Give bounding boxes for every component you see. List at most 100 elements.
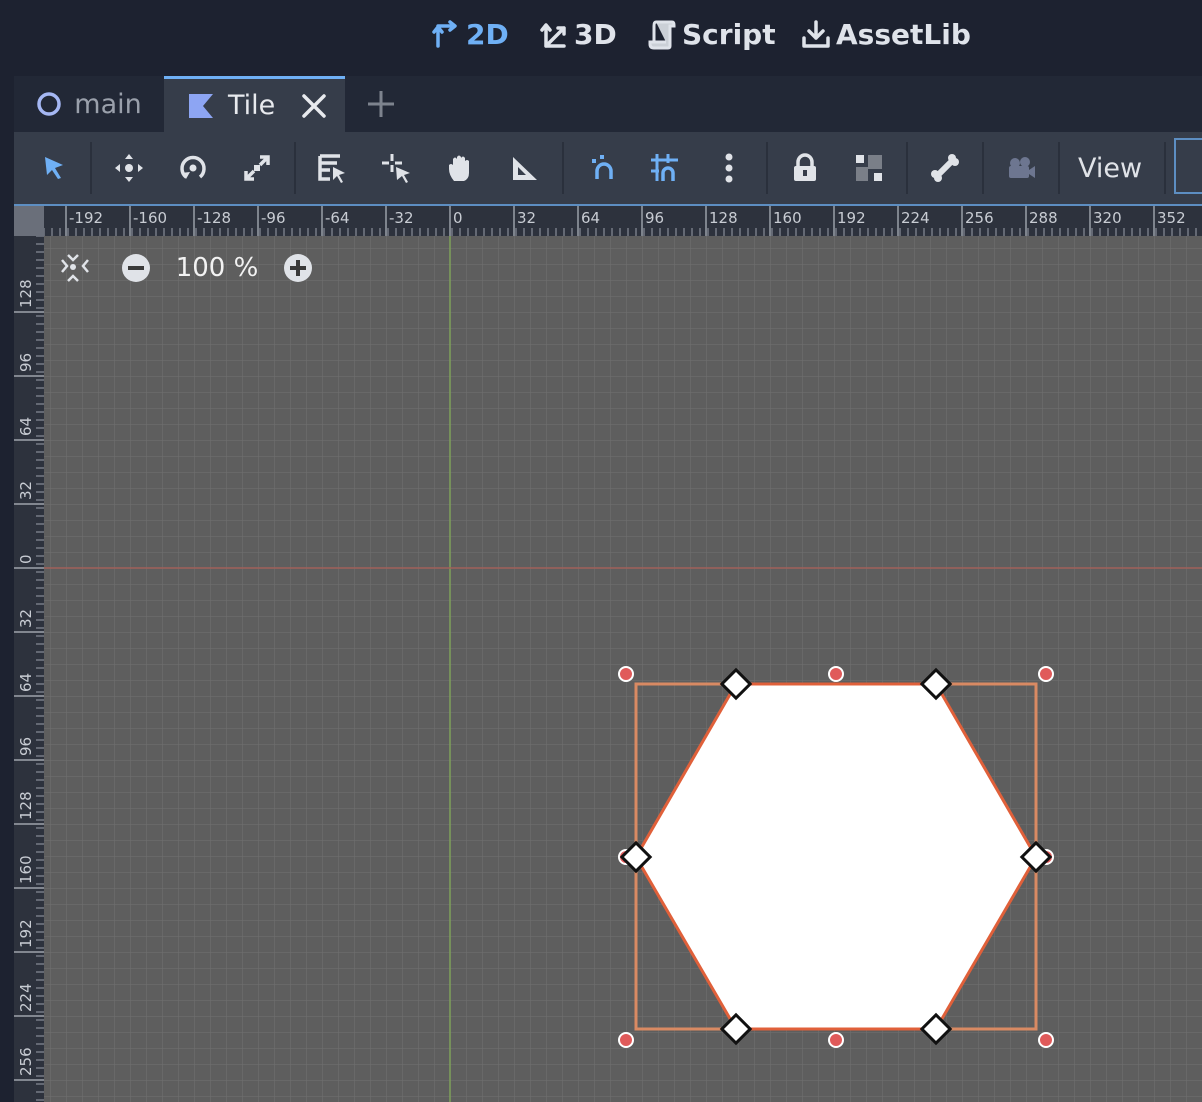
assetlib-download-icon	[802, 20, 830, 48]
ruler-label: -32	[389, 209, 414, 227]
pivot-mode-button[interactable]	[377, 148, 417, 188]
ruler-label: 192	[17, 919, 35, 948]
toolbar-separator	[294, 142, 296, 194]
tab-tile[interactable]: Tile	[164, 76, 345, 132]
workspace-assetlib-label: AssetLib	[836, 17, 971, 51]
toolbar-overflow-button[interactable]	[1174, 138, 1202, 194]
scale-icon	[244, 155, 270, 181]
workspace-script-button[interactable]: Script	[646, 12, 776, 56]
ruler-label: 256	[965, 209, 994, 227]
grid-snap-icon	[651, 154, 678, 181]
workspace-assetlib-button[interactable]: AssetLib	[800, 12, 971, 56]
canvas-toolbar: View	[14, 132, 1202, 204]
toolbar-separator	[906, 142, 908, 194]
zoom-controls: 100 %	[58, 248, 314, 288]
ruler-label: 320	[1093, 209, 1122, 227]
scene-tab-bar: main Tile	[14, 76, 1202, 132]
group-icon	[856, 155, 882, 181]
scale-mode-button[interactable]	[237, 148, 277, 188]
ruler-label: 128	[709, 209, 738, 227]
horizontal-ruler-ticks: -192 -160 -128 -96 -64 -32 0 32 64 96 128 160 192 224…	[43, 206, 1197, 236]
node2d-circle-icon	[37, 92, 62, 116]
list-select-icon	[318, 154, 345, 183]
grid-snap-button[interactable]	[645, 148, 685, 188]
ruler-label: -128	[197, 209, 231, 227]
canvas-viewport[interactable]: -192 -160 -128 -96 -64 -32 0 32 64 96 128 160 192 224…	[14, 204, 1202, 1102]
vertical-ruler-ticks: 128 96 64 32 0 32 64 96 128 160 192 224 256	[14, 235, 44, 1101]
ruler-label: -64	[325, 209, 350, 227]
ruler-label: 224	[901, 209, 930, 227]
3d-workspace-icon	[540, 23, 566, 48]
list-select-button[interactable]	[312, 148, 352, 188]
workspace-2d-button[interactable]: 2D	[430, 12, 509, 56]
view-menu-button[interactable]: View	[1078, 148, 1142, 188]
rect-handle-dot	[1038, 1032, 1054, 1048]
lock-icon	[794, 153, 816, 181]
toolbar-separator	[1058, 142, 1060, 194]
rotate-mode-button[interactable]	[173, 148, 213, 188]
horizontal-ruler: -192 -160 -128 -96 -64 -32 0 32 64 96 128 160 192 224…	[43, 206, 1202, 236]
ruler-label: -160	[133, 209, 167, 227]
skeleton-button[interactable]	[925, 148, 965, 188]
workspace-bar: 2D 3D Script AssetLib	[0, 0, 1202, 76]
ruler-mode-button[interactable]	[505, 148, 545, 188]
new-tab-button[interactable]	[364, 76, 398, 132]
view-menu-label: View	[1078, 152, 1143, 184]
camera-icon	[1009, 157, 1035, 178]
pivot-icon	[382, 154, 410, 183]
smart-snap-button[interactable]	[584, 148, 624, 188]
ruler-label: 96	[645, 209, 664, 227]
rect-handle-dot	[618, 666, 634, 682]
select-mode-button[interactable]	[34, 148, 74, 188]
smart-snap-icon	[592, 155, 613, 179]
rect-handle-dot	[828, 666, 844, 682]
tab-tile-label: Tile	[228, 90, 276, 121]
canvas-grid	[14, 206, 1202, 1102]
select-arrow-icon	[45, 157, 63, 179]
ruler-label: 224	[17, 983, 35, 1012]
zoom-level-label[interactable]: 100 %	[152, 253, 282, 283]
tab-main-label: main	[74, 88, 142, 120]
workspace-3d-label: 3D	[574, 17, 617, 51]
move-mode-button[interactable]	[109, 148, 149, 188]
close-icon[interactable]	[301, 93, 327, 119]
ruler-corner	[14, 206, 44, 236]
center-view-icon[interactable]	[58, 251, 92, 285]
pan-mode-button[interactable]	[441, 148, 481, 188]
ruler-label: 64	[581, 209, 600, 227]
ruler-label: 32	[17, 481, 35, 500]
ruler-label: -192	[69, 209, 103, 227]
script-workspace-icon	[648, 20, 676, 50]
workspace-3d-button[interactable]: 3D	[538, 12, 617, 56]
ruler-label: -96	[261, 209, 286, 227]
group-button[interactable]	[849, 148, 889, 188]
pan-hand-icon	[449, 155, 469, 181]
more-options-icon	[725, 153, 733, 183]
toolbar-separator	[982, 142, 984, 194]
toolbar-separator	[766, 142, 768, 194]
zoom-out-icon[interactable]	[120, 252, 152, 284]
ruler-label: 160	[773, 209, 802, 227]
ruler-label: 128	[17, 279, 35, 308]
ruler-label: 288	[1029, 209, 1058, 227]
toolbar-separator	[90, 142, 92, 194]
skeleton-bone-icon	[931, 154, 959, 182]
lock-button[interactable]	[785, 148, 825, 188]
tab-main[interactable]: main	[14, 76, 164, 132]
move-icon	[115, 154, 143, 182]
ruler-label: 64	[17, 673, 35, 692]
camera-override-button[interactable]	[1001, 148, 1041, 188]
plus-icon	[368, 91, 394, 117]
rect-handle-dot	[1038, 666, 1054, 682]
ruler-label: 256	[17, 1047, 35, 1076]
tile-scene-icon	[189, 93, 213, 118]
ruler-label: 160	[17, 855, 35, 884]
ruler-label: 0	[453, 209, 463, 227]
rect-handle-dot	[618, 1032, 634, 1048]
toolbar-separator	[562, 142, 564, 194]
ruler-label: 32	[17, 609, 35, 628]
ruler-label: 96	[17, 737, 35, 756]
zoom-in-icon[interactable]	[282, 252, 314, 284]
snap-options-button[interactable]	[709, 148, 749, 188]
workspace-2d-label: 2D	[466, 17, 509, 51]
